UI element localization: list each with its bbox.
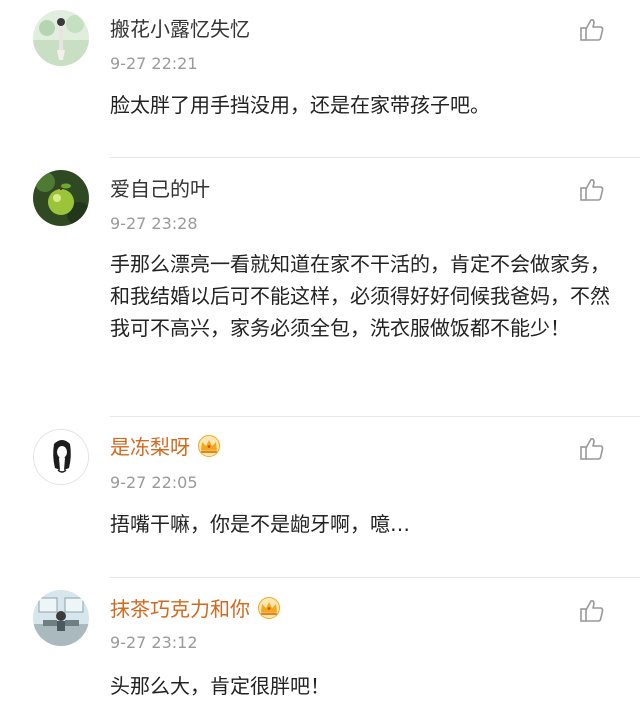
girl-sketch-avatar-icon[interactable] [33,429,89,485]
comment-timestamp: 9-27 23:12 [110,633,198,652]
scenery-avatar-icon[interactable] [33,10,89,66]
comment-item: 抹茶巧克力和你 9-27 23:12 头那么大，肯定很胖吧！ [0,578,640,726]
comment-username-label: 是冻梨呀 [110,435,190,459]
comment-text: 头那么大，肯定很胖吧！ [110,674,330,698]
crown-icon [196,435,222,457]
comment-item: 搬花小露忆失忆 9-27 22:21 脸太胖了用手挡没用，还是在家带孩子吧。 [0,0,640,158]
comment-item: 爱自己的叶 9-27 23:28 手那么漂亮一看就知道在家不干活的，肯定不会做家… [0,158,640,416]
comment-text: 手那么漂亮一看就知道在家不干活的，肯定不会做家务，和我结婚以后可不能这样，必须得… [110,252,610,340]
comment-username[interactable]: 抹茶巧克力和你 [110,597,282,621]
thumbs-up-icon[interactable] [578,16,606,44]
comment-item: 是冻梨呀 9-27 22:05 捂嘴干嘛，你是不是龅牙啊，噫… [0,417,640,577]
comment-timestamp: 9-27 22:05 [110,473,198,492]
comment-timestamp: 9-27 22:21 [110,54,198,73]
crown-icon [256,597,282,619]
comment-feed: 搬花小露忆失忆 9-27 22:21 脸太胖了用手挡没用，还是在家带孩子吧。 爱… [0,0,640,726]
thumbs-up-icon[interactable] [578,176,606,204]
thumbs-up-icon[interactable] [578,597,606,625]
comment-username-label: 抹茶巧克力和你 [110,597,250,621]
comment-timestamp: 9-27 23:28 [110,214,198,233]
classroom-avatar-icon[interactable] [33,590,89,646]
comment-text: 脸太胖了用手挡没用，还是在家带孩子吧。 [110,93,490,117]
comment-username[interactable]: 搬花小露忆失忆 [110,17,250,41]
apple-avatar-icon[interactable] [33,170,89,226]
comment-text: 捂嘴干嘛，你是不是龅牙啊，噫… [110,512,410,536]
comment-username[interactable]: 爱自己的叶 [110,177,210,201]
thumbs-up-icon[interactable] [578,435,606,463]
comment-username[interactable]: 是冻梨呀 [110,435,222,459]
